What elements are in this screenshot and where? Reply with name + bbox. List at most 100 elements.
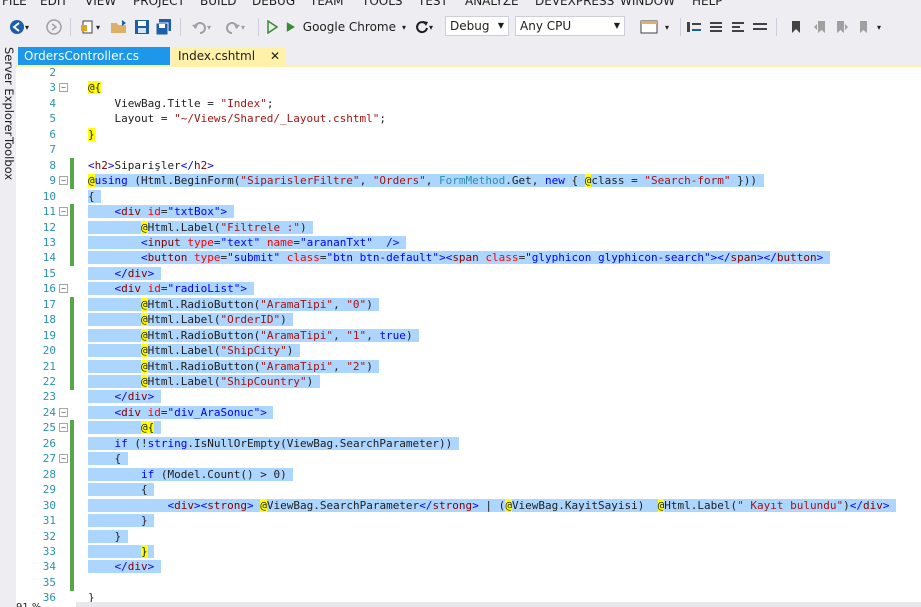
menu-project[interactable]: PROJECT (133, 0, 185, 8)
indent-button[interactable] (684, 17, 704, 37)
toolbox-tab[interactable]: Toolbox (0, 137, 16, 180)
collapse-outline-icon[interactable]: − (59, 454, 68, 464)
line-number: 16 (42, 282, 56, 296)
open-file-button[interactable] (108, 17, 130, 37)
code-line[interactable]: 7 (16, 142, 921, 158)
code-line[interactable]: 20 @Html.Label("ShipCity") (16, 343, 921, 360)
code-line[interactable]: 15 </div> (16, 266, 921, 282)
code-line[interactable]: 22 @Html.Label("ShipCountry") (16, 374, 921, 390)
toolbar-overflow-button[interactable]: ▾ (874, 17, 884, 37)
next-bookmark-icon (837, 21, 848, 33)
collapse-outline-icon[interactable]: − (59, 207, 68, 217)
menu-debug[interactable]: DEBUG (252, 0, 295, 8)
line-text: ViewBag.Title = "Index"; (88, 96, 274, 110)
code-line[interactable]: 16− <div id="radioList"> (16, 281, 921, 297)
code-line[interactable]: 29 { (16, 482, 921, 499)
code-line[interactable]: 34 </div> (16, 559, 921, 576)
collapse-outline-icon[interactable]: − (59, 83, 68, 93)
change-marker (70, 374, 74, 390)
menu-tools[interactable]: TOOLS (362, 0, 403, 8)
zoom-level[interactable]: 91 % (16, 602, 76, 607)
menu-help[interactable]: HELP (692, 0, 723, 8)
code-line[interactable]: 12 @Html.Label("Filtrele :") (16, 219, 921, 236)
close-icon[interactable]: ✕ (270, 47, 280, 65)
horizontal-scrollbar[interactable] (76, 602, 921, 607)
change-marker (70, 173, 74, 190)
code-line[interactable]: 17 @Html.RadioButton("AramaTipi", "0") (16, 296, 921, 313)
code-line[interactable]: 13 <input type="text" name="arananTxt" /… (16, 234, 921, 251)
code-line[interactable]: 19 @Html.RadioButton("AramaTipi", "1", t… (16, 327, 921, 344)
code-line[interactable]: 31 } (16, 513, 921, 530)
save-button[interactable] (132, 17, 152, 37)
save-all-button[interactable] (154, 17, 174, 37)
code-line[interactable]: 10 { (16, 189, 921, 205)
line-number: 15 (42, 266, 56, 280)
back-button[interactable]: ▾ (4, 17, 34, 37)
code-editor[interactable]: 2 3− @{4 ViewBag.Title = "Index"; 5 Layout … (16, 67, 921, 607)
previous-bookmark-button[interactable] (810, 17, 830, 37)
clear-bookmarks-button[interactable] (854, 17, 874, 37)
line-number: 7 (49, 143, 56, 157)
code-line[interactable]: 9− @using (Html.BeginForm("SiparislerFilt… (16, 173, 921, 190)
refresh-button[interactable]: ▾ (410, 17, 438, 37)
code-line[interactable]: 27− { (16, 451, 921, 468)
code-line[interactable]: 5 Layout = "~/Views/Shared/_Layout.cshtm… (16, 111, 921, 127)
code-line[interactable]: 18 @Html.Label("OrderID") (16, 312, 921, 329)
start-without-debugging-button[interactable] (264, 17, 280, 37)
menu-file[interactable]: FILE (2, 0, 27, 8)
code-line[interactable]: 23 </div> (16, 389, 921, 405)
line-text: { (88, 189, 102, 203)
code-line[interactable]: 35 (16, 574, 921, 591)
menu-test[interactable]: TEST (418, 0, 448, 8)
code-line[interactable]: 24− <div id="div_AraSonuc"> (16, 405, 921, 421)
outdent-button[interactable] (750, 17, 770, 37)
menu-window[interactable]: WINDOW (620, 0, 675, 8)
tab-index-cshtml[interactable]: Index.cshtml ✕ (172, 47, 286, 65)
redo-button[interactable]: ▾ (220, 17, 250, 37)
collapse-outline-icon[interactable]: − (59, 407, 68, 417)
line-text: } (88, 127, 95, 141)
undo-button[interactable]: ▾ (186, 17, 216, 37)
forward-button[interactable] (44, 17, 64, 37)
tab-orders-controller[interactable]: OrdersController.cs (18, 47, 170, 65)
configuration-dropdown[interactable]: Debug ▼ (445, 16, 509, 36)
refresh-icon (416, 21, 428, 34)
code-line[interactable]: 33 } (16, 543, 921, 560)
start-debugging-button[interactable]: Google Chrome ▾ (286, 17, 406, 37)
line-number: 26 (42, 436, 56, 450)
menu-devexpress[interactable]: DEVEXPRESS (535, 0, 614, 8)
toggle-bookmark-button[interactable] (786, 17, 806, 37)
browser-link-button[interactable] (636, 17, 662, 37)
code-line[interactable]: 21 @Html.RadioButton("AramaTipi", "2") (16, 358, 921, 375)
server-explorer-tab[interactable]: Server Explorer (0, 47, 16, 136)
menu-build[interactable]: BUILD (200, 0, 236, 8)
code-line[interactable]: 30 <div><strong> @ViewBag.SearchParamete… (16, 497, 921, 514)
line-number: 9 (49, 174, 56, 188)
menu-edit[interactable]: EDIT (40, 0, 68, 8)
code-line[interactable]: 28 if (Model.Count() > 0) (16, 466, 921, 483)
menu-analyze[interactable]: ANALYZE (465, 0, 519, 8)
collapse-outline-icon[interactable]: − (59, 176, 68, 186)
menu-team[interactable]: TEAM (310, 0, 343, 8)
change-marker (70, 559, 74, 576)
collapse-outline-icon[interactable]: − (59, 284, 68, 294)
new-project-button[interactable]: ▾ (76, 17, 104, 37)
code-line[interactable]: 4 ViewBag.Title = "Index"; (16, 96, 921, 112)
next-bookmark-button[interactable] (832, 17, 852, 37)
code-line[interactable]: 6} (16, 127, 921, 143)
code-line[interactable]: 32 } (16, 528, 921, 545)
uncomment-button[interactable] (728, 17, 748, 37)
code-line[interactable]: 26 if (!string.IsNullOrEmpty(ViewBag.Sea… (16, 435, 921, 452)
code-line[interactable]: 25− @{ (16, 420, 921, 437)
collapse-outline-icon[interactable]: − (59, 423, 68, 433)
comment-button[interactable] (706, 17, 726, 37)
code-line[interactable]: 2 (16, 67, 921, 81)
browser-link-dropdown[interactable]: ▾ (662, 17, 672, 37)
menu-view[interactable]: VIEW (85, 0, 116, 8)
code-line[interactable]: 14 <button type="submit" class="btn btn-… (16, 250, 921, 267)
code-line[interactable]: 11− <div id="txtBox"> (16, 204, 921, 221)
save-icon (135, 20, 149, 34)
platform-dropdown[interactable]: Any CPU ▼ (515, 16, 625, 36)
code-line[interactable]: 8 <h2>Siparişler</h2> (16, 157, 921, 174)
code-line[interactable]: 3− @{ (16, 80, 921, 96)
